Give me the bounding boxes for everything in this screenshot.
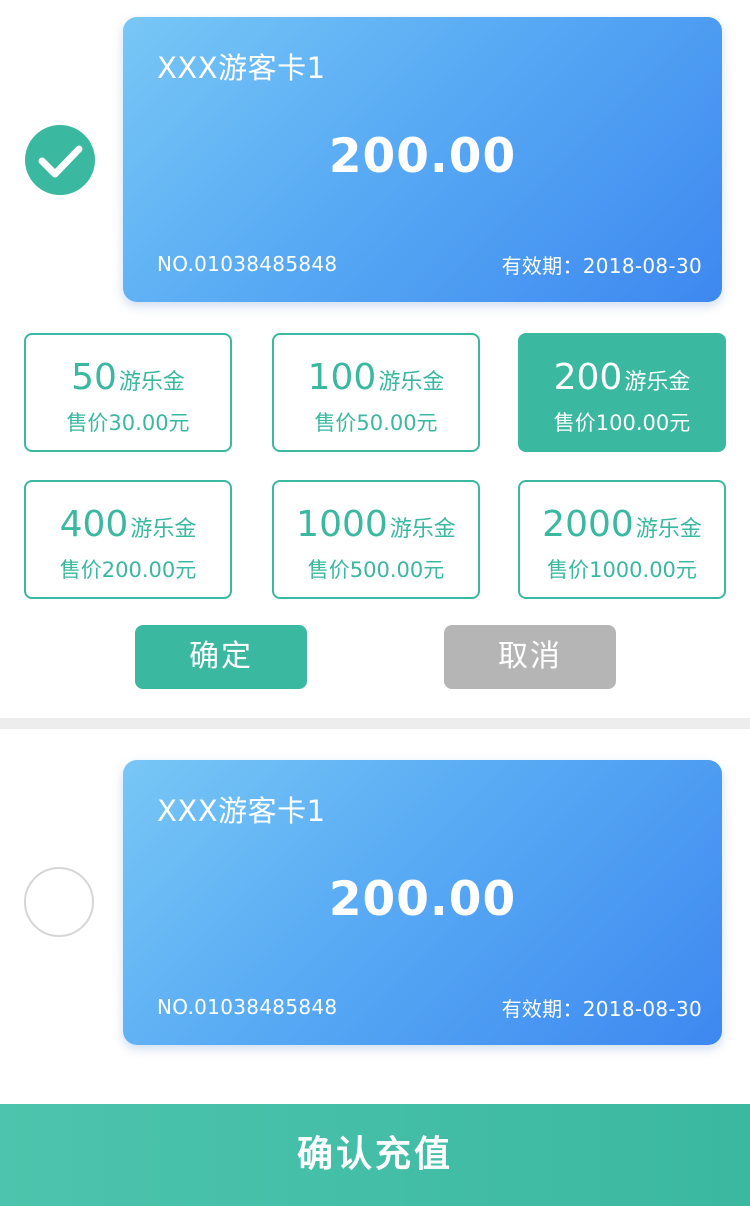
confirm-button[interactable]: 确定 — [135, 625, 307, 689]
card-amount: 200.00 — [328, 129, 517, 184]
option-price: 售价100.00元 — [553, 411, 691, 435]
option-price: 售价500.00元 — [307, 558, 445, 582]
option-2000[interactable]: 2000游乐金 售价1000.00元 — [518, 480, 726, 599]
option-400[interactable]: 400游乐金 售价200.00元 — [24, 480, 232, 599]
option-price: 售价50.00元 — [314, 411, 438, 435]
option-50[interactable]: 50游乐金 售价30.00元 — [24, 333, 232, 452]
option-unit: 游乐金 — [635, 517, 702, 542]
option-amount-line: 100游乐金 — [274, 357, 478, 398]
option-amount: 200 — [553, 357, 623, 398]
check-circle-icon — [38, 145, 83, 178]
card-2-radio[interactable] — [24, 867, 94, 937]
option-unit: 游乐金 — [624, 370, 691, 395]
card-expiry: 有效期：2018-08-30 — [501, 254, 702, 278]
cancel-button[interactable]: 取消 — [444, 625, 616, 689]
card-name: XXX游客卡1 — [157, 794, 326, 828]
section-divider — [0, 718, 750, 729]
card-2[interactable]: XXX游客卡1 200.00 NO.01038485848 有效期：2018-0… — [123, 760, 722, 1045]
option-amount: 100 — [307, 357, 377, 398]
confirm-recharge-button[interactable]: 确认充值 — [0, 1104, 750, 1206]
card-name: XXX游客卡1 — [157, 51, 326, 85]
option-unit: 游乐金 — [118, 370, 185, 395]
option-amount: 400 — [59, 504, 129, 545]
option-amount-line: 200游乐金 — [520, 357, 724, 398]
option-unit: 游乐金 — [130, 517, 197, 542]
option-200[interactable]: 200游乐金 售价100.00元 — [518, 333, 726, 452]
card-amount: 200.00 — [328, 872, 517, 927]
option-amount-line: 2000游乐金 — [520, 504, 724, 545]
option-unit: 游乐金 — [378, 370, 445, 395]
option-amount: 50 — [71, 357, 117, 398]
card-number: NO.01038485848 — [157, 252, 338, 276]
option-amount: 1000 — [296, 504, 388, 545]
card-1[interactable]: XXX游客卡1 200.00 NO.01038485848 有效期：2018-0… — [123, 17, 722, 302]
option-amount-line: 400游乐金 — [26, 504, 230, 545]
option-unit: 游乐金 — [389, 517, 456, 542]
option-price: 售价200.00元 — [59, 558, 197, 582]
option-amount-line: 1000游乐金 — [274, 504, 478, 545]
option-1000[interactable]: 1000游乐金 售价500.00元 — [272, 480, 480, 599]
recharge-page: XXX游客卡1 200.00 NO.01038485848 有效期：2018-0… — [0, 0, 750, 1206]
card-expiry: 有效期：2018-08-30 — [501, 997, 702, 1021]
card-number: NO.01038485848 — [157, 995, 338, 1019]
option-price: 售价1000.00元 — [547, 558, 697, 582]
option-amount: 2000 — [542, 504, 634, 545]
option-amount-line: 50游乐金 — [26, 357, 230, 398]
card-1-radio[interactable] — [25, 125, 95, 195]
option-price: 售价30.00元 — [66, 411, 190, 435]
option-100[interactable]: 100游乐金 售价50.00元 — [272, 333, 480, 452]
